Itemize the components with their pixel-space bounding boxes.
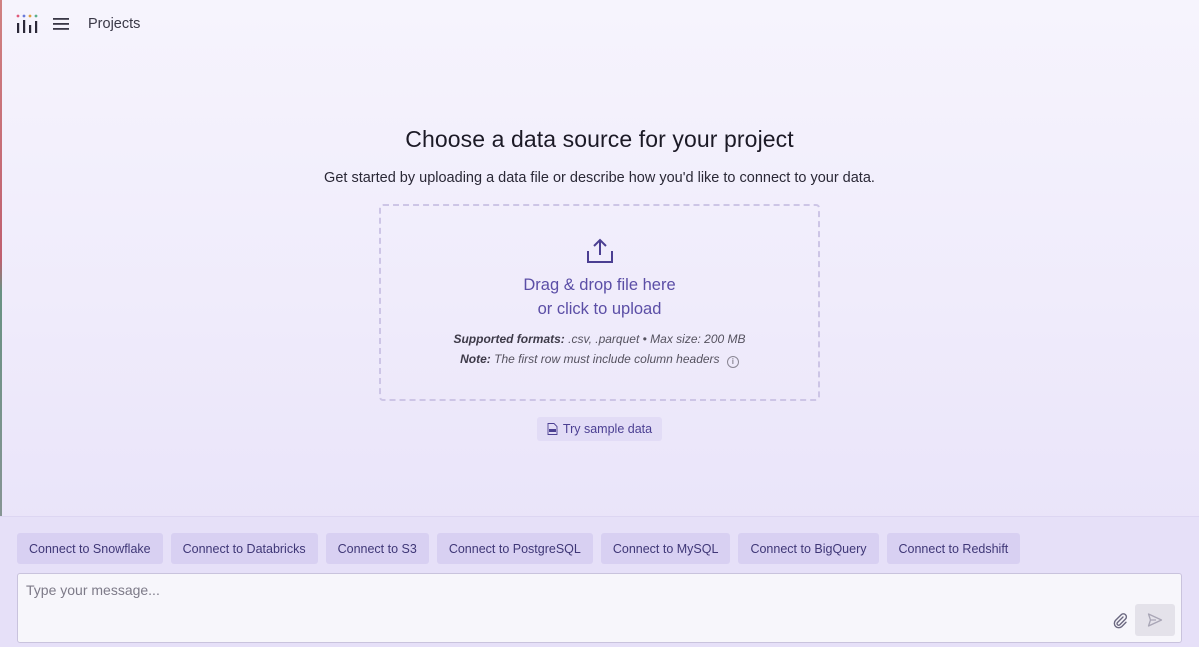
try-sample-data-button[interactable]: Try sample data — [537, 417, 662, 441]
connect-databricks-chip[interactable]: Connect to Databricks — [170, 533, 318, 564]
csv-file-icon — [547, 423, 558, 435]
message-box — [17, 573, 1182, 643]
upload-icon — [587, 238, 613, 263]
connect-snowflake-chip[interactable]: Connect to Snowflake — [17, 533, 163, 564]
formats-value: .csv, .parquet • Max size: 200 MB — [568, 332, 746, 346]
dropzone-primary-text: Drag & drop file here — [523, 276, 676, 294]
note-value: The first row must include column header… — [494, 352, 720, 366]
connect-s3-chip[interactable]: Connect to S3 — [325, 533, 429, 564]
connect-redshift-chip[interactable]: Connect to Redshift — [886, 533, 1021, 564]
connect-postgresql-chip[interactable]: Connect to PostgreSQL — [436, 533, 593, 564]
info-icon[interactable]: i — [726, 356, 739, 368]
send-button[interactable] — [1135, 604, 1175, 636]
formats-label: Supported formats: — [453, 332, 565, 346]
page-subtitle: Get started by uploading a data file or … — [324, 170, 875, 186]
connect-bigquery-chip[interactable]: Connect to BigQuery — [738, 533, 879, 564]
main-content: Choose a data source for your project Ge… — [0, 50, 1199, 516]
file-dropzone[interactable]: Drag & drop file here or click to upload… — [379, 204, 820, 401]
try-sample-data-label: Try sample data — [562, 422, 653, 436]
paperclip-icon[interactable] — [1112, 612, 1128, 630]
connect-mysql-chip[interactable]: Connect to MySQL — [600, 533, 731, 564]
top-bar: Projects — [0, 0, 1199, 50]
chat-footer: Connect to Snowflake Connect to Databric… — [0, 516, 1199, 647]
header-note: Note: The first row must include column … — [381, 352, 818, 368]
page-title: Choose a data source for your project — [405, 126, 794, 152]
hamburger-icon[interactable] — [52, 15, 72, 33]
send-icon — [1147, 613, 1163, 627]
dropzone-secondary-text: or click to upload — [537, 300, 662, 318]
message-input[interactable] — [18, 574, 1098, 642]
breadcrumb-projects[interactable]: Projects — [88, 16, 140, 32]
bar-chart-logo-icon[interactable] — [16, 14, 38, 34]
connection-suggestions: Connect to Snowflake Connect to Databric… — [17, 533, 1021, 564]
supported-formats: Supported formats: .csv, .parquet • Max … — [381, 332, 818, 346]
note-label: Note: — [460, 352, 491, 366]
